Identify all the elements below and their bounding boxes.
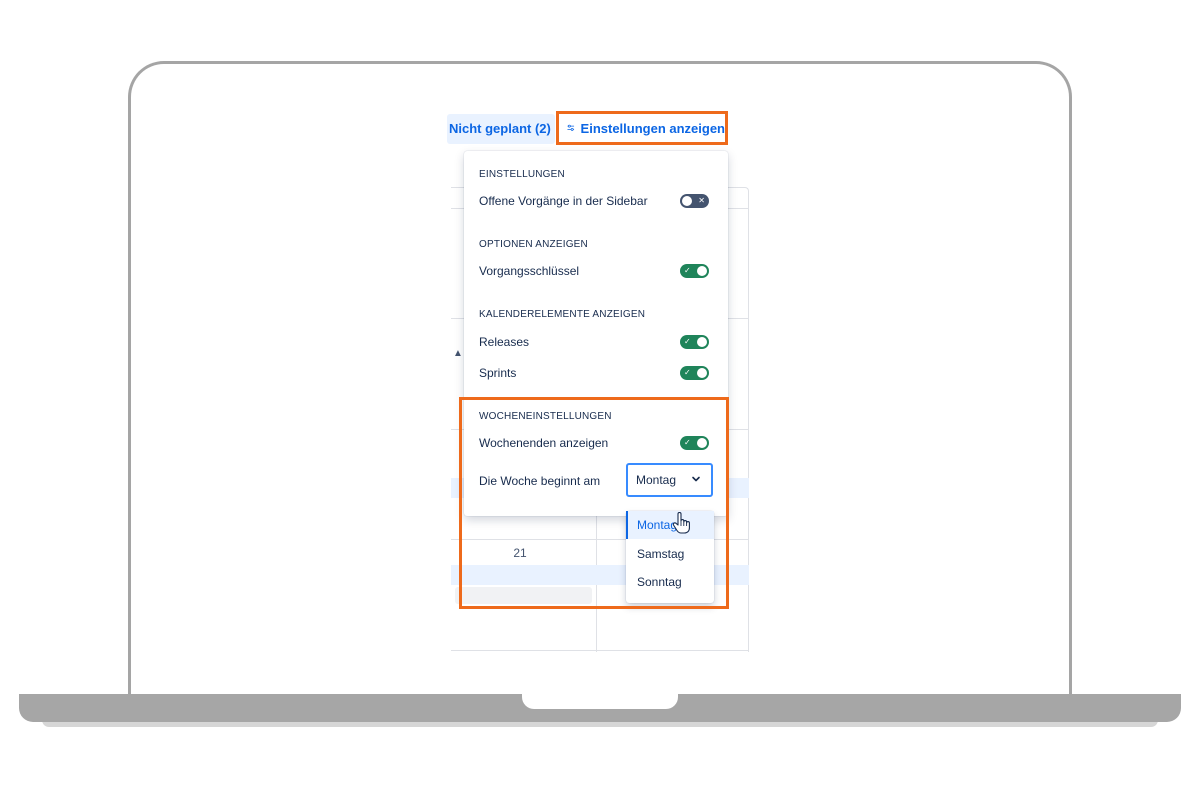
issue-key-toggle[interactable]: ✓	[680, 264, 709, 278]
show-weekends-label: Wochenenden anzeigen	[479, 436, 609, 450]
releases-label: Releases	[479, 335, 530, 349]
calendar-row-divider	[451, 650, 749, 651]
section-heading-week-settings: WOCHENEINSTELLUNGEN	[479, 411, 612, 422]
show-settings-button[interactable]: Einstellungen anzeigen	[556, 111, 728, 145]
week-start-option-sunday[interactable]: Sonntag	[626, 568, 714, 596]
chevron-down-icon	[692, 476, 700, 482]
ship-icon: ▲	[453, 348, 463, 359]
toggle-knob	[697, 438, 707, 448]
week-start-option-monday[interactable]: Montag	[626, 511, 714, 539]
toggle-knob	[682, 196, 692, 206]
check-icon: ✓	[684, 337, 691, 346]
section-heading-settings: EINSTELLUNGEN	[479, 169, 565, 180]
check-icon: ✓	[684, 438, 691, 447]
releases-toggle[interactable]: ✓	[680, 335, 709, 349]
show-settings-label: Einstellungen anzeigen	[580, 120, 725, 136]
open-issues-sidebar-label: Offene Vorgänge in der Sidebar	[479, 194, 648, 208]
hand-pointer-cursor-icon	[672, 512, 690, 534]
calendar-day-number: 21	[513, 546, 527, 560]
sliders-icon	[567, 124, 575, 131]
cross-icon: ✕	[698, 196, 705, 205]
check-icon: ✓	[684, 368, 691, 377]
toggle-knob	[697, 266, 707, 276]
sprints-toggle[interactable]: ✓	[680, 366, 709, 380]
issue-key-label: Vorgangsschlüssel	[479, 264, 580, 278]
section-heading-calendar-elements: KALENDERELEMENTE ANZEIGEN	[479, 309, 646, 320]
toggle-knob	[697, 368, 707, 378]
laptop-notch	[522, 694, 678, 709]
sprints-label: Sprints	[479, 366, 517, 380]
week-start-selected-value: Montag	[636, 473, 677, 487]
check-icon: ✓	[684, 266, 691, 275]
open-issues-sidebar-toggle[interactable]: ✕	[680, 194, 709, 208]
unplanned-issues-tab[interactable]: Nicht geplant (2)	[447, 114, 555, 144]
toggle-knob	[697, 337, 707, 347]
show-weekends-toggle[interactable]: ✓	[680, 436, 709, 450]
section-heading-display-options: OPTIONEN ANZEIGEN	[479, 239, 588, 250]
week-start-option-saturday[interactable]: Samstag	[626, 540, 714, 568]
week-start-select[interactable]: Montag	[626, 463, 713, 497]
week-start-dropdown: Montag Samstag Sonntag	[626, 511, 714, 603]
week-start-label: Die Woche beginnt am	[479, 474, 601, 488]
calendar-event-placeholder[interactable]	[455, 587, 592, 604]
